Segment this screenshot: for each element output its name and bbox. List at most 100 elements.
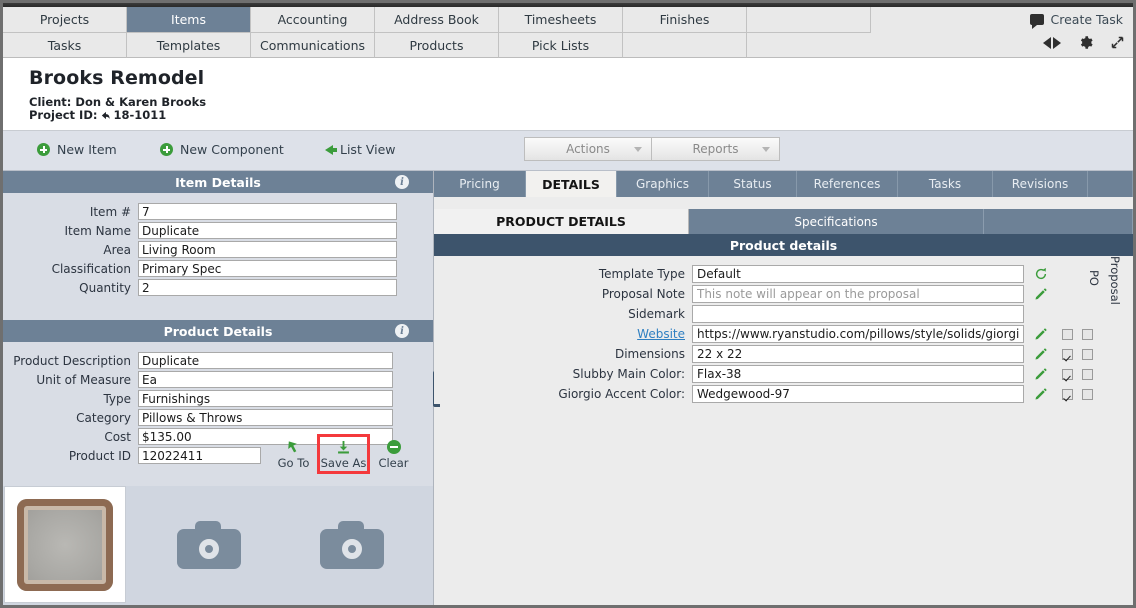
checkbox-proposal-dimensions[interactable] (1082, 348, 1093, 360)
pencil-icon[interactable] (1033, 327, 1049, 341)
input-unit-of-measure[interactable] (138, 371, 393, 388)
label-unit-of-measure: Unit of Measure (36, 372, 131, 387)
field-row-classification: Classification (3, 259, 433, 278)
tab-tasks[interactable]: Tasks (898, 171, 993, 197)
nav-tab-communications[interactable]: Communications (251, 33, 375, 58)
clear-button[interactable]: Clear (370, 438, 417, 470)
row-template-type: Template Type (434, 264, 1133, 284)
tab-status[interactable]: Status (709, 171, 797, 197)
info-icon[interactable]: i (395, 175, 409, 189)
camera-icon (177, 520, 241, 569)
save-as-button[interactable]: Save As (317, 433, 370, 474)
input-product-id[interactable] (138, 447, 261, 464)
speech-bubble-icon (1029, 14, 1044, 29)
pencil-icon[interactable] (1033, 287, 1049, 301)
input-proposal-note[interactable] (692, 285, 1024, 303)
checkbox-proposal-slubby-main-color[interactable] (1082, 368, 1093, 380)
thumbnail-pillow-photo[interactable] (4, 486, 126, 603)
row-sidemark: Sidemark (434, 304, 1133, 324)
input-dimensions[interactable] (692, 345, 1024, 363)
save-as-label: Save As (320, 455, 367, 470)
nav-tab-finishes[interactable]: Finishes (623, 7, 747, 33)
nav-tab-accounting[interactable]: Accounting (251, 7, 375, 33)
list-view-button[interactable]: List View (325, 142, 396, 157)
checkbox-po-dimensions[interactable] (1062, 348, 1073, 360)
create-task-button[interactable]: Create Task (1029, 12, 1124, 29)
input-product-description[interactable] (138, 352, 393, 369)
field-row-category: Category (3, 408, 433, 427)
thumbnail-empty-slot-2[interactable] (291, 486, 413, 603)
label-item-name: Item Name (64, 223, 131, 238)
label-sidemark: Sidemark (628, 307, 685, 321)
refresh-icon[interactable] (1033, 267, 1049, 281)
tab-pricing[interactable]: Pricing (434, 171, 526, 197)
checkbox-po-giorgio-accent-color[interactable] (1062, 388, 1073, 400)
pencil-icon[interactable] (1033, 347, 1049, 361)
product-details-section-title: Product details (434, 234, 1133, 256)
reports-dropdown[interactable]: Reports (652, 137, 780, 161)
expand-icon[interactable] (1110, 35, 1125, 50)
tab-graphics[interactable]: Graphics (617, 171, 709, 197)
input-area[interactable] (138, 241, 397, 258)
save-download-icon (336, 439, 351, 456)
action-toolbar: New Item New Component List View Actions… (3, 131, 1133, 171)
product-id-button-group: Go To Save As Clear (270, 433, 417, 474)
input-item-number[interactable] (138, 203, 397, 220)
subtab-product-details[interactable]: PRODUCT DETAILS (434, 209, 689, 234)
input-classification[interactable] (138, 260, 397, 277)
nav-tab-templates[interactable]: Templates (127, 33, 251, 58)
product-details-left-header: Product Details i (3, 320, 433, 342)
next-icon[interactable] (1053, 36, 1061, 49)
back-arrow-icon[interactable] (100, 110, 111, 120)
checkbox-po-slubby-main-color[interactable] (1062, 368, 1073, 380)
checkbox-po-website[interactable] (1062, 328, 1073, 340)
prev-next-nav[interactable] (1043, 36, 1061, 49)
label-area: Area (103, 242, 131, 257)
pencil-icon[interactable] (1033, 367, 1049, 381)
field-row-quantity: Quantity (3, 278, 433, 297)
tab-references[interactable]: References (797, 171, 898, 197)
item-details-section: Item Details i Item # Item Name (3, 171, 433, 309)
new-component-button[interactable]: New Component (160, 142, 284, 157)
actions-dropdown[interactable]: Actions (524, 137, 652, 161)
input-quantity[interactable] (138, 279, 397, 296)
prev-icon[interactable] (1043, 36, 1051, 49)
subtab-specifications[interactable]: Specifications (689, 209, 984, 234)
input-slubby-main-color[interactable] (692, 365, 1024, 383)
nav-tab-items[interactable]: Items (127, 7, 251, 33)
input-sidemark[interactable] (692, 305, 1024, 323)
row-dimensions: Dimensions (434, 344, 1133, 364)
project-id-label: Project ID: (29, 108, 98, 122)
tab-details[interactable]: DETAILS (526, 171, 617, 197)
label-website-link[interactable]: Website (434, 327, 692, 341)
checkbox-proposal-website[interactable] (1082, 328, 1093, 340)
top-right-toolbar: Create Task (871, 7, 1133, 58)
row-tools-dimensions (1033, 347, 1093, 361)
pencil-icon[interactable] (1033, 387, 1049, 401)
input-website[interactable] (692, 325, 1024, 343)
label-category: Category (76, 410, 131, 425)
nav-tab-tasks[interactable]: Tasks (3, 33, 127, 58)
nav-tab-products[interactable]: Products (375, 33, 499, 58)
input-type[interactable] (138, 390, 393, 407)
create-task-label: Create Task (1050, 12, 1124, 27)
gear-icon[interactable] (1078, 35, 1093, 50)
plus-circle-icon (160, 143, 173, 156)
item-details-header: Item Details i (3, 171, 433, 193)
nav-tab-timesheets[interactable]: Timesheets (499, 7, 623, 33)
nav-tab-projects[interactable]: Projects (3, 7, 127, 33)
nav-tab-address-book[interactable]: Address Book (375, 7, 499, 33)
checkbox-proposal-giorgio-accent-color[interactable] (1082, 388, 1093, 400)
left-panel: Item Details i Item # Item Name (3, 171, 433, 605)
info-icon[interactable]: i (395, 324, 409, 338)
input-template-type[interactable] (692, 265, 1024, 283)
input-giorgio-accent-color[interactable] (692, 385, 1024, 403)
subtab-empty (984, 209, 1133, 234)
input-item-name[interactable] (138, 222, 397, 239)
tab-revisions[interactable]: Revisions (993, 171, 1088, 197)
input-category[interactable] (138, 409, 393, 426)
nav-tab-pick-lists[interactable]: Pick Lists (499, 33, 623, 58)
go-to-button[interactable]: Go To (270, 438, 317, 470)
new-item-button[interactable]: New Item (37, 142, 117, 157)
thumbnail-empty-slot-1[interactable] (148, 486, 270, 603)
